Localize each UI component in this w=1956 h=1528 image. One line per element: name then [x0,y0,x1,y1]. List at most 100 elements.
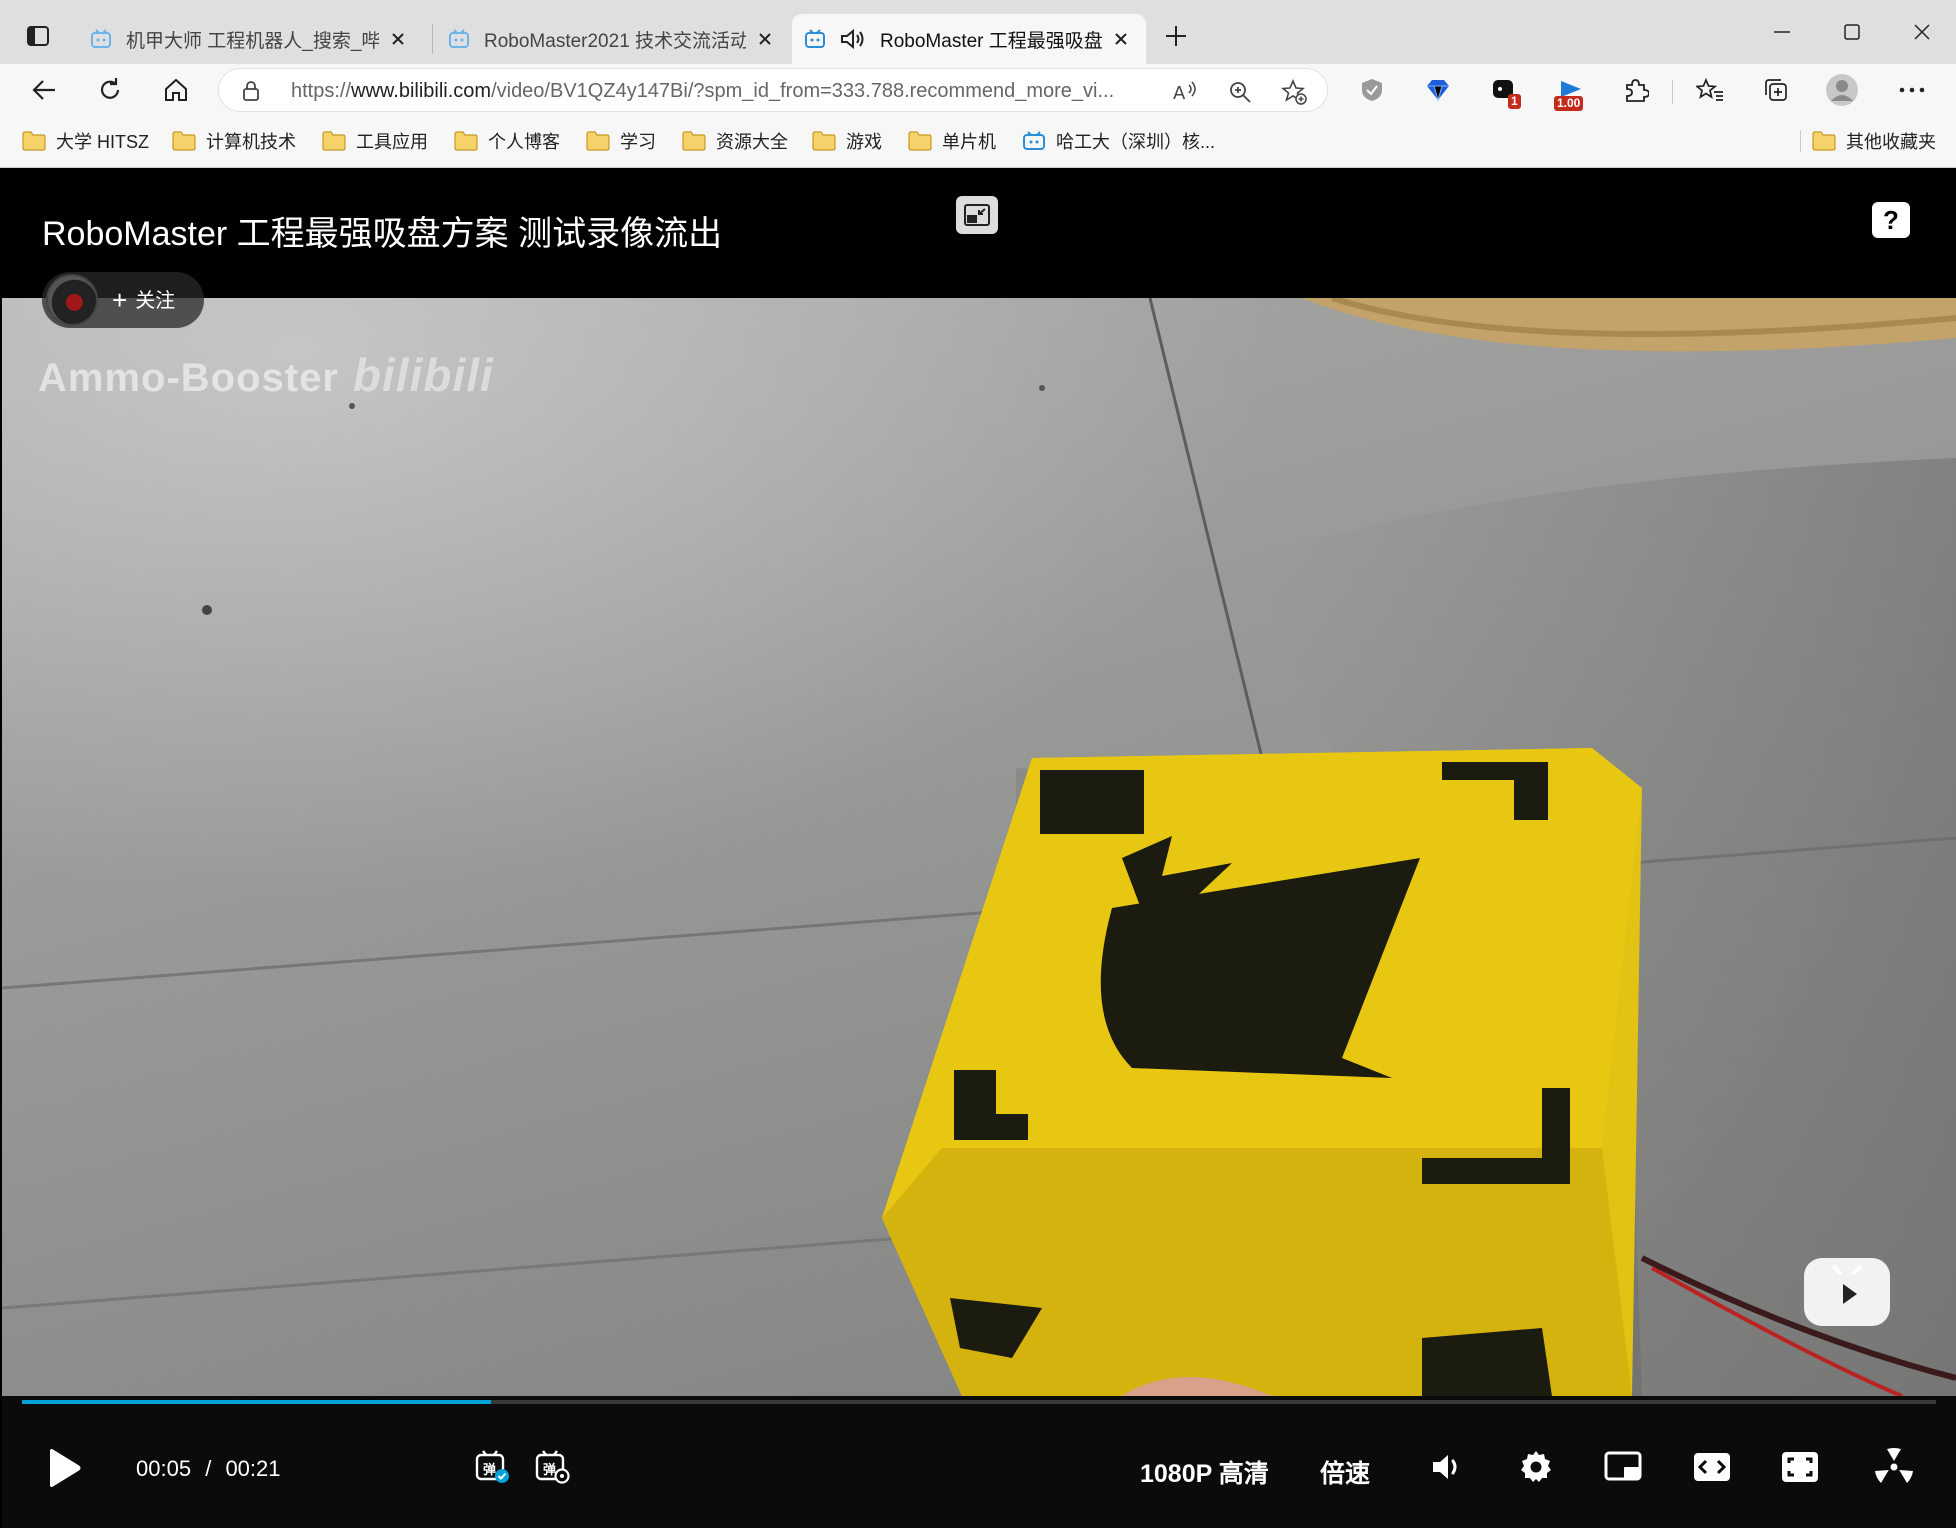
current-time: 00:05 [136,1456,192,1481]
video-player[interactable]: Ammo-Booster bilibili RoboMaster 工程最强吸盘方案… [2,168,1956,1528]
bookmark-label: 哈工大（深圳）核... [1056,132,1216,152]
bookmark-item[interactable]: 哈工大（深圳）核... [1022,126,1215,156]
folder-icon [908,131,932,151]
follow-button[interactable]: + 关注 [112,284,175,316]
danmaku-on-icon: 弹 [475,1450,509,1483]
player-top-bar: RoboMaster 工程最强吸盘方案 测试录像流出 ? [2,168,1956,298]
bookmark-item[interactable]: 单片机 [908,126,996,156]
danmaku-settings-button[interactable]: 弹 [532,1444,572,1490]
quality-selector[interactable]: 1080P 高清 [1140,1454,1269,1490]
play-button[interactable] [42,1446,86,1490]
help-button[interactable]: ? [1872,202,1910,238]
tab-title: 机甲大师 工程机器人_搜索_哔哩哔哩 [126,30,379,52]
bookmark-item[interactable]: 计算机技术 [172,126,296,156]
minimize-button[interactable] [1752,10,1812,54]
bookmark-label: 其他收藏夹 [1846,132,1936,152]
volume-button[interactable] [1426,1444,1470,1490]
close-tab-icon[interactable] [752,26,778,52]
notification-extension[interactable]: 1 [1484,70,1524,110]
mini-player-button[interactable] [956,196,998,234]
gear-icon [1521,1451,1551,1482]
profile-button[interactable] [1822,70,1862,110]
gem-extension[interactable] [1418,70,1458,110]
bookmark-item[interactable]: 资源大全 [682,126,788,156]
video-speed-extension[interactable]: 1.00 [1550,70,1594,111]
player-control-bar: 00:05 / 00:21 弹 弹 1080P 高清 倍速 [2,1396,1956,1528]
bookmark-label: 单片机 [942,132,996,152]
fullscreen-button[interactable] [1872,1444,1916,1490]
bilibili-icon [91,29,111,48]
bookmark-label: 学习 [620,132,656,152]
folder-icon [454,131,478,151]
home-icon [165,78,187,101]
time-display: 00:05 / 00:21 [136,1456,281,1482]
uploader-chip[interactable]: + 关注 [42,272,204,328]
zoom-icon[interactable] [1225,77,1255,107]
shield-extension[interactable] [1352,70,1392,110]
bookmark-label: 工具应用 [356,132,428,152]
tab-actions-button[interactable] [16,16,60,56]
play-icon [50,1449,81,1487]
home-button[interactable] [156,70,196,110]
close-icon [1914,24,1930,40]
tab-active-video[interactable]: RoboMaster 工程最强吸盘方案 [792,14,1146,64]
progress-played [22,1400,491,1404]
refresh-icon [100,78,120,99]
progress-bar[interactable] [22,1400,1936,1404]
refresh-button[interactable] [90,70,130,110]
bilibili-play-button[interactable] [1804,1258,1890,1326]
picture-in-picture-button[interactable] [1602,1444,1646,1490]
avatar[interactable] [46,274,98,326]
close-window-button[interactable] [1892,10,1952,54]
close-tab-icon[interactable] [385,26,411,52]
svg-text:弹: 弹 [483,1462,496,1478]
bookmark-item[interactable]: 个人博客 [454,126,560,156]
tab-actions-icon [27,26,49,46]
lock-icon[interactable] [241,80,261,102]
address-bar[interactable]: https://www.bilibili.com/video/BV1QZ4y14… [218,68,1328,112]
favorites-button[interactable] [1690,70,1730,110]
tab-title: RoboMaster2021 技术交流活动 哔哩哔哩 [484,30,746,52]
read-aloud-icon[interactable]: A [1171,77,1201,107]
new-tab-button[interactable] [1158,18,1194,54]
url-domain: www.bilibili.com [351,80,492,102]
settings-more-button[interactable] [1892,70,1932,110]
bookmarks-bar: 大学 HITSZ 计算机技术 工具应用 个人博客 学习 资源大全 游戏 单片机 … [0,120,1956,160]
tab-search[interactable]: 机甲大师 工程机器人_搜索_哔哩哔哩 [78,14,423,64]
playback-speed-button[interactable]: 倍速 [1320,1454,1370,1490]
url-text[interactable]: https://www.bilibili.com/video/BV1QZ4y14… [291,80,1161,103]
maximize-button[interactable] [1822,10,1882,54]
duration: 00:21 [225,1456,281,1481]
folder-icon [682,131,706,151]
video-frame[interactable]: Ammo-Booster bilibili [2,298,1956,1396]
maximize-icon [1844,24,1860,40]
bookmark-item[interactable]: 大学 HITSZ [22,126,149,156]
other-bookmarks[interactable]: 其他收藏夹 [1812,126,1936,156]
back-arrow-icon [32,80,55,100]
bookmark-label: 资源大全 [716,132,788,152]
widescreen-button[interactable] [1690,1444,1734,1490]
close-tab-icon[interactable] [1108,26,1134,52]
speaker-icon[interactable] [840,28,866,50]
extensions-button[interactable] [1616,70,1656,110]
bookmark-item[interactable]: 学习 [586,126,656,156]
bookmark-item[interactable]: 工具应用 [322,126,428,156]
add-favorite-icon[interactable] [1279,77,1309,107]
bookmark-item[interactable]: 游戏 [812,126,882,156]
settings-button[interactable] [1514,1444,1558,1490]
folder-icon [172,131,196,151]
back-button[interactable] [24,70,64,110]
plus-icon [1166,26,1186,46]
follow-label: 关注 [135,290,176,312]
tab-robomaster2021[interactable]: RoboMaster2021 技术交流活动 哔哩哔哩 [436,14,790,64]
folder-icon [322,131,346,151]
collections-button[interactable] [1756,70,1796,110]
bilibili-icon [805,29,825,48]
bookmark-label: 游戏 [846,132,882,152]
danmaku-toggle-button[interactable]: 弹 [472,1444,512,1490]
shield-icon [1362,79,1382,101]
widescreen-icon [1694,1453,1730,1481]
volume-icon [1433,1455,1457,1479]
web-fullscreen-icon [1782,1452,1818,1482]
web-fullscreen-button[interactable] [1778,1444,1822,1490]
